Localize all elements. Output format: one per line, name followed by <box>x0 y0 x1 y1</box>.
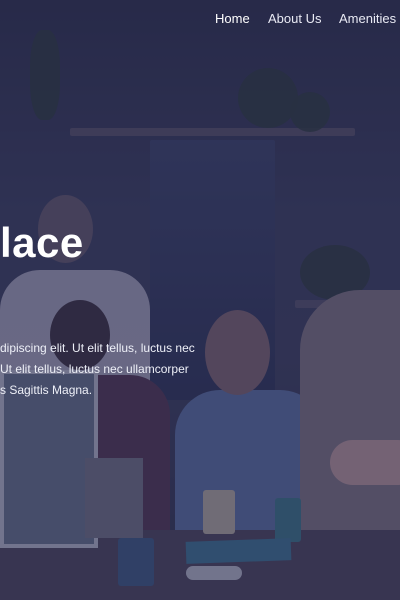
hero-description-line: dipiscing elit. Ut elit tellus, luctus n… <box>0 341 195 355</box>
hero-section: Home About Us Amenities lace dipiscing e… <box>0 0 400 600</box>
nav-home-link[interactable]: Home <box>215 11 250 26</box>
main-nav: Home About Us Amenities <box>0 0 400 38</box>
hero-description: dipiscing elit. Ut elit tellus, luctus n… <box>0 338 200 401</box>
hero-title: lace <box>0 219 84 266</box>
nav-amenities-link[interactable]: Amenities <box>339 11 396 26</box>
hero-description-line: s Sagittis Magna. <box>0 383 93 397</box>
hero-description-line: Ut elit tellus, luctus nec ullamcorper <box>0 362 189 376</box>
nav-about-us-link[interactable]: About Us <box>268 11 321 26</box>
hero-overlay <box>0 0 400 600</box>
